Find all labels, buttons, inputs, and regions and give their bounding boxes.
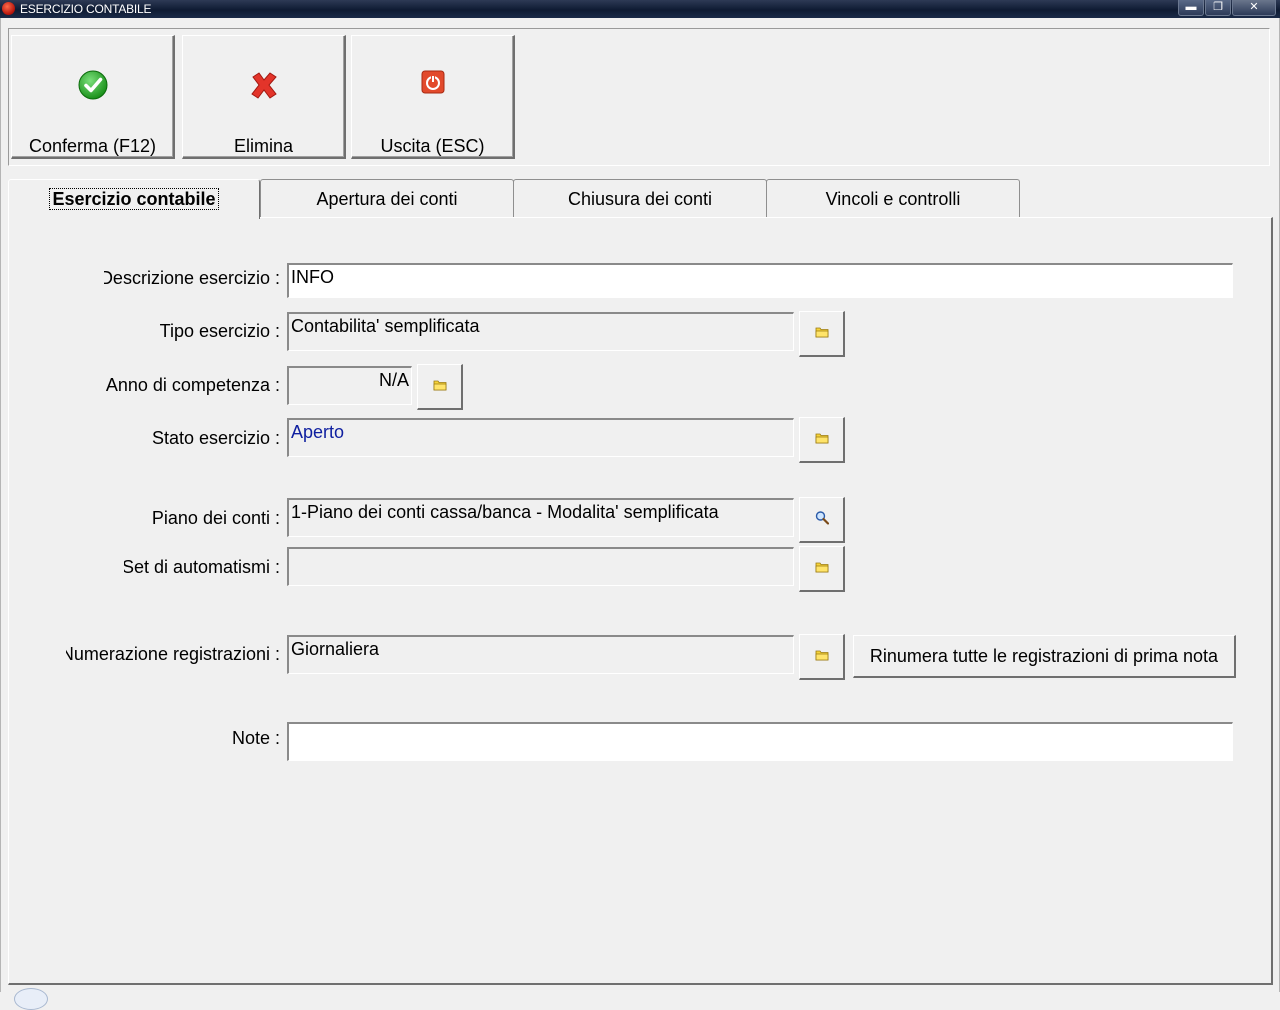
- delete-button[interactable]: Elimina: [182, 35, 346, 159]
- label-tipo: Tipo esercizio :: [159, 321, 280, 341]
- magnifier-icon: [815, 510, 829, 529]
- anno-lookup-button[interactable]: [417, 364, 463, 410]
- tipo-lookup-button[interactable]: [799, 311, 845, 357]
- label-numerazione: Numerazione registrazioni :: [66, 644, 280, 664]
- delete-button-label: Elimina: [233, 136, 294, 156]
- tipo-field[interactable]: Contabilita' semplificata: [287, 312, 794, 351]
- tab-esercizio-contabile[interactable]: Esercizio contabile: [8, 179, 260, 219]
- label-descrizione: Descrizione esercizio :: [104, 268, 280, 288]
- window-title: ESERCIZIO CONTABILE: [20, 2, 152, 16]
- tab-vincoli-controlli[interactable]: Vincoli e controlli: [766, 179, 1020, 217]
- automatismi-lookup-button[interactable]: [799, 546, 845, 592]
- restore-button[interactable]: ❐: [1205, 0, 1231, 16]
- app-icon: [2, 2, 15, 15]
- exit-button[interactable]: Uscita (ESC): [351, 35, 515, 159]
- rinumera-button[interactable]: Rinumera tutte le registrazioni di prima…: [853, 635, 1236, 678]
- tab-apertura-conti[interactable]: Apertura dei conti: [260, 179, 514, 217]
- confirm-button[interactable]: Conferma (F12): [11, 35, 175, 159]
- power-icon: [421, 70, 445, 99]
- close-button[interactable]: ✕: [1232, 0, 1276, 16]
- label-stato: Stato esercizio :: [151, 428, 280, 448]
- piano-search-button[interactable]: [799, 497, 845, 543]
- tab-label: Chiusura dei conti: [567, 189, 713, 209]
- cross-icon: [249, 70, 279, 105]
- tab-label: Esercizio contabile: [49, 188, 219, 210]
- anno-field[interactable]: N/A: [287, 366, 412, 405]
- label-anno: Anno di competenza :: [105, 375, 280, 395]
- tab-label: Apertura dei conti: [316, 189, 458, 209]
- toolbar: Conferma (F12) Elimina Uscita (ESC): [8, 28, 1270, 166]
- folder-icon: [815, 560, 829, 578]
- numerazione-lookup-button[interactable]: [799, 634, 845, 680]
- minimize-button[interactable]: ▬: [1178, 0, 1204, 16]
- stato-field[interactable]: Aperto: [287, 418, 794, 457]
- piano-field[interactable]: 1-Piano dei conti cassa/banca - Modalita…: [287, 498, 794, 537]
- numerazione-field[interactable]: Giornaliera: [287, 635, 794, 674]
- automatismi-field[interactable]: [287, 547, 794, 586]
- stato-lookup-button[interactable]: [799, 417, 845, 463]
- check-icon: [78, 70, 108, 105]
- title-bar: ESERCIZIO CONTABILE ▬ ❐ ✕: [0, 0, 1280, 18]
- label-automatismi: Set di automatismi :: [124, 557, 280, 577]
- label-piano: Piano dei conti :: [151, 508, 280, 528]
- status-indicator: [14, 988, 48, 1010]
- confirm-button-label: Conferma (F12): [28, 136, 157, 156]
- note-input[interactable]: [287, 722, 1233, 761]
- label-note: Note :: [231, 728, 280, 748]
- tab-chiusura-conti[interactable]: Chiusura dei conti: [513, 179, 767, 217]
- window-controls: ▬ ❐ ✕: [1178, 0, 1276, 16]
- tab-label: Vincoli e controlli: [825, 189, 961, 209]
- descrizione-input[interactable]: INFO: [287, 263, 1233, 298]
- exit-button-label: Uscita (ESC): [380, 136, 485, 156]
- folder-icon: [433, 378, 447, 396]
- folder-icon: [815, 325, 829, 343]
- folder-icon: [815, 648, 829, 666]
- folder-icon: [815, 431, 829, 449]
